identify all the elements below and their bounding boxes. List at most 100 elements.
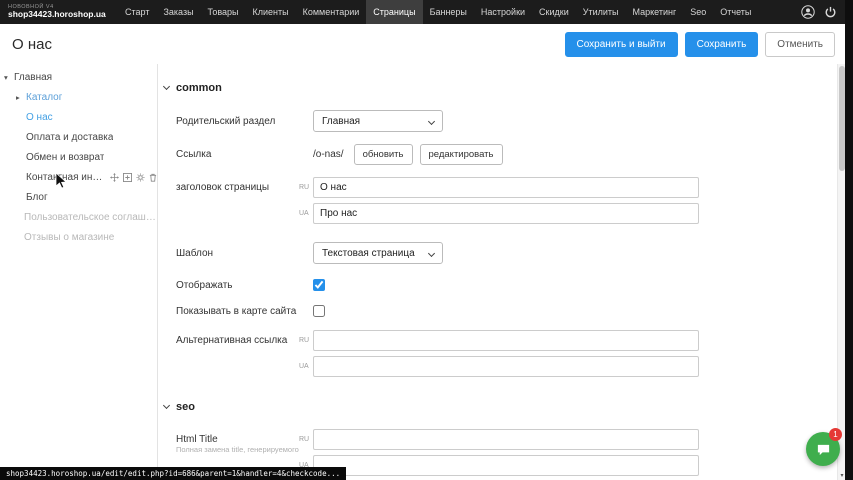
tree-item-about[interactable]: О нас bbox=[0, 107, 157, 127]
chevron-down-icon bbox=[428, 118, 435, 125]
tree-item-label: Контактная инфор bbox=[26, 172, 105, 183]
tree-item-label: Каталог bbox=[26, 92, 62, 103]
parent-section-value: Главная bbox=[322, 116, 360, 127]
screen-right-edge bbox=[845, 0, 853, 480]
parent-section-select[interactable]: Главная bbox=[313, 110, 443, 132]
html-title-label: Html Title Полная замена title, генериру… bbox=[159, 434, 299, 445]
page-title: О нас bbox=[0, 36, 52, 53]
menu-item-clients[interactable]: Клиенты bbox=[246, 0, 296, 24]
section-seo-header[interactable]: seo bbox=[164, 401, 837, 413]
account-icon[interactable] bbox=[801, 5, 815, 19]
menu-item-comments[interactable]: Комментарии bbox=[296, 0, 367, 24]
menu-item-orders[interactable]: Заказы bbox=[156, 0, 200, 24]
page-title-ru-row: заголовок страницы RU bbox=[159, 177, 837, 198]
topbar: НОВОВНОЙ V4 shop34423.horoshop.ua Старт … bbox=[0, 0, 853, 24]
template-select[interactable]: Текстовая страница bbox=[313, 242, 443, 264]
html-title-ua-input[interactable] bbox=[313, 455, 699, 476]
link-edit-button[interactable]: редактировать bbox=[420, 144, 503, 165]
lang-ru-label: RU bbox=[299, 337, 313, 344]
tree-item-label: Оплата и доставка bbox=[26, 132, 113, 143]
template-value: Текстовая страница bbox=[322, 248, 415, 259]
menu-item-pages[interactable]: Страницы bbox=[366, 0, 422, 24]
vertical-scrollbar[interactable]: ▾ bbox=[837, 64, 845, 480]
template-row: Шаблон Текстовая страница bbox=[159, 242, 837, 264]
link-row: Ссылка /o-nas/ обновить редактировать bbox=[159, 144, 837, 165]
html-title-hint: Полная замена title, генерируемого bbox=[176, 445, 299, 454]
cancel-button[interactable]: Отменить bbox=[765, 32, 835, 57]
sitemap-checkbox[interactable] bbox=[313, 305, 325, 317]
alt-link-ua-row: UA bbox=[159, 356, 837, 377]
menu-item-discounts[interactable]: Скидки bbox=[532, 0, 576, 24]
lang-ua-label: UA bbox=[299, 363, 313, 370]
alt-link-ru-row: Альтернативная ссылка RU bbox=[159, 330, 837, 351]
save-button[interactable]: Сохранить bbox=[685, 32, 759, 57]
section-seo-title: seo bbox=[176, 401, 195, 413]
tree-item-payment-delivery[interactable]: Оплата и доставка bbox=[0, 127, 157, 147]
menu-item-reports[interactable]: Отчеты bbox=[713, 0, 758, 24]
page-title-label: заголовок страницы bbox=[159, 182, 299, 193]
link-refresh-button[interactable]: обновить bbox=[354, 144, 413, 165]
lang-ru-label: RU bbox=[299, 436, 313, 443]
tree-item-store-reviews[interactable]: Отзывы о магазине bbox=[0, 227, 157, 247]
save-and-exit-button[interactable]: Сохранить и выйти bbox=[565, 32, 678, 57]
sitemap-label: Показывать в карте сайта bbox=[159, 306, 299, 317]
link-preview-statusbar: shop34423.horoshop.ua/edit/edit.php?id=6… bbox=[0, 467, 346, 480]
display-label: Отображать bbox=[159, 280, 299, 291]
chevron-down-icon: ▾ bbox=[4, 73, 14, 82]
tree-item-label: Пользовательское соглашение bbox=[24, 212, 157, 223]
sitemap-row: Показывать в карте сайта bbox=[159, 305, 837, 317]
lang-ru-label: RU bbox=[299, 184, 313, 191]
tree-item-label: Отзывы о магазине bbox=[24, 232, 114, 243]
menu-item-products[interactable]: Товары bbox=[201, 0, 246, 24]
tree-item-contact-info[interactable]: Контактная инфор bbox=[0, 167, 157, 187]
tree-item-blog[interactable]: Блог bbox=[0, 187, 157, 207]
page-header: О нас Сохранить и выйти Сохранить Отмени… bbox=[0, 24, 845, 64]
move-icon[interactable] bbox=[110, 173, 119, 182]
chevron-down-icon bbox=[428, 250, 435, 257]
tree-item-label: Блог bbox=[26, 192, 48, 203]
tree-item-label: Обмен и возврат bbox=[26, 152, 104, 163]
page-title-ua-row: UA bbox=[159, 203, 837, 224]
parent-section-row: Родительский раздел Главная bbox=[159, 110, 837, 132]
tree-item-catalog[interactable]: ▸ Каталог bbox=[0, 87, 157, 107]
display-checkbox[interactable] bbox=[313, 279, 325, 291]
link-label: Ссылка bbox=[159, 149, 299, 160]
menu-item-banners[interactable]: Баннеры bbox=[423, 0, 474, 24]
html-title-ru-row: Html Title Полная замена title, генериру… bbox=[159, 429, 837, 450]
alt-link-label: Альтернативная ссылка bbox=[159, 335, 299, 346]
tree-item-label: Главная bbox=[14, 72, 52, 83]
template-label: Шаблон bbox=[159, 248, 299, 259]
tree-item-exchange-return[interactable]: Обмен и возврат bbox=[0, 147, 157, 167]
add-page-icon[interactable] bbox=[123, 173, 132, 182]
tree-item-hover-actions bbox=[110, 173, 157, 182]
settings-gear-icon[interactable] bbox=[136, 173, 145, 182]
page-title-ua-input[interactable] bbox=[313, 203, 699, 224]
menu-item-utilities[interactable]: Утилиты bbox=[576, 0, 626, 24]
page-title-ru-input[interactable] bbox=[313, 177, 699, 198]
chevron-right-icon: ▸ bbox=[16, 93, 26, 102]
logout-icon[interactable] bbox=[824, 6, 837, 19]
delete-trash-icon[interactable] bbox=[149, 173, 157, 182]
display-row: Отображать bbox=[159, 279, 837, 291]
header-actions: Сохранить и выйти Сохранить Отменить bbox=[565, 32, 846, 57]
menu-item-settings[interactable]: Настройки bbox=[474, 0, 532, 24]
logo[interactable]: НОВОВНОЙ V4 shop34423.horoshop.ua bbox=[0, 5, 118, 20]
tree-item-user-agreement[interactable]: Пользовательское соглашение bbox=[0, 207, 157, 227]
tree-item-home[interactable]: ▾ Главная bbox=[0, 67, 157, 87]
tree-item-label: О нас bbox=[26, 112, 53, 123]
section-common-header[interactable]: common bbox=[164, 82, 837, 94]
menu-item-start[interactable]: Старт bbox=[118, 0, 156, 24]
pages-tree-sidebar: ▾ Главная ▸ Каталог О нас Оплата и доста… bbox=[0, 64, 158, 480]
shop-domain-label: shop34423.horoshop.ua bbox=[8, 10, 118, 19]
chevron-down-icon bbox=[163, 402, 170, 409]
main-menu: Старт Заказы Товары Клиенты Комментарии … bbox=[118, 0, 758, 24]
support-chat-button[interactable]: 1 bbox=[806, 432, 840, 466]
alt-link-ru-input[interactable] bbox=[313, 330, 699, 351]
parent-section-label: Родительский раздел bbox=[159, 116, 299, 127]
chat-notification-badge: 1 bbox=[829, 428, 842, 441]
menu-item-marketing[interactable]: Маркетинг bbox=[625, 0, 683, 24]
menu-item-seo[interactable]: Seo bbox=[683, 0, 713, 24]
html-title-ru-input[interactable] bbox=[313, 429, 699, 450]
alt-link-ua-input[interactable] bbox=[313, 356, 699, 377]
page-edit-form: common Родительский раздел Главная Ссылк… bbox=[159, 64, 837, 480]
